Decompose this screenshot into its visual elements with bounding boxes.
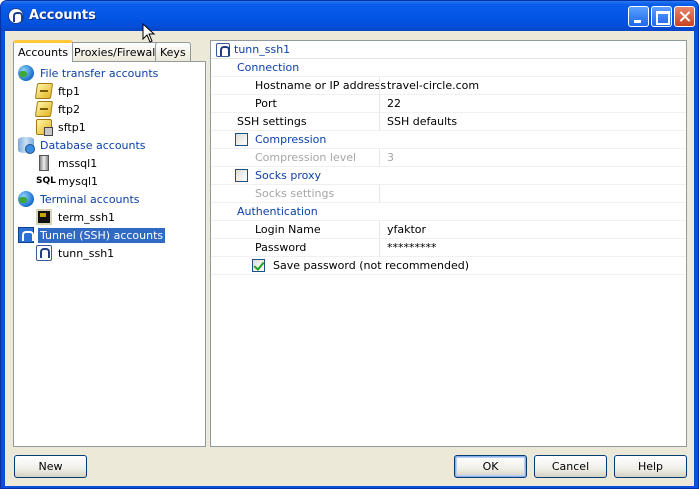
terminal-icon xyxy=(36,209,52,225)
title-bar[interactable]: Accounts xyxy=(1,1,698,31)
new-button[interactable]: New xyxy=(14,455,87,478)
accounts-tree[interactable]: File transfer accounts ftp1 ftp2 sftp1 D… xyxy=(13,61,206,447)
help-button[interactable]: Help xyxy=(614,455,687,478)
ssh-settings-label: SSH settings xyxy=(237,115,307,128)
database-icon xyxy=(18,137,35,154)
property-compression-level: Compression level 3 xyxy=(211,149,686,167)
property-port[interactable]: Port 22 xyxy=(211,95,686,113)
properties-header: tunn_ssh1 xyxy=(211,41,686,59)
socks-proxy-label: Socks proxy xyxy=(255,169,322,182)
sql-icon: SQL xyxy=(36,176,56,186)
globe-icon xyxy=(18,65,34,81)
tree-item-label: term_ssh1 xyxy=(58,210,116,224)
socks-proxy-checkbox[interactable] xyxy=(235,169,248,182)
close-button[interactable] xyxy=(674,6,695,27)
socks-settings-field xyxy=(379,185,686,202)
tree-item-label: tunn_ssh1 xyxy=(58,246,115,260)
tunnel-icon xyxy=(36,245,52,261)
tab-accounts[interactable]: Accounts xyxy=(13,40,74,62)
globe-icon xyxy=(18,191,34,207)
server-icon xyxy=(39,155,49,171)
minimize-button[interactable] xyxy=(628,6,649,27)
tab-keys[interactable]: Keys xyxy=(155,42,191,61)
accounts-window: Accounts Accounts Proxies/Firewalls Keys… xyxy=(0,0,699,489)
save-password-label: Save password (not recommended) xyxy=(273,259,470,272)
ok-button[interactable]: OK xyxy=(454,455,527,478)
login-name-label: Login Name xyxy=(255,223,321,236)
hostname-label: Hostname or IP address xyxy=(255,79,387,92)
tree-group-file-transfer[interactable]: File transfer accounts xyxy=(18,64,160,82)
password-field[interactable]: ********* xyxy=(379,239,686,256)
tree-item-term-ssh1[interactable]: term_ssh1 xyxy=(36,208,117,226)
property-password[interactable]: Password ********* xyxy=(211,239,686,257)
tree-group-database[interactable]: Database accounts xyxy=(18,136,148,154)
tree-group-tunnel-ssh[interactable]: Tunnel (SSH) accounts xyxy=(18,226,166,244)
property-hostname[interactable]: Hostname or IP address travel-circle.com xyxy=(211,77,686,95)
login-name-field[interactable]: yfaktor xyxy=(379,221,686,238)
properties-header-label: tunn_ssh1 xyxy=(234,43,291,56)
properties-panel: tunn_ssh1 Connection Hostname or IP addr… xyxy=(210,40,687,447)
tree-group-label: Tunnel (SSH) accounts xyxy=(38,227,166,243)
password-label: Password xyxy=(255,241,307,254)
property-socks-settings: Socks settings xyxy=(211,185,686,203)
tree-item-mysql1[interactable]: SQL mysql1 xyxy=(36,172,100,190)
tree-group-label: Terminal accounts xyxy=(40,192,140,206)
tree-item-label: mysql1 xyxy=(58,174,98,188)
dialog-client-area: Accounts Proxies/Firewalls Keys File tra… xyxy=(5,31,694,486)
tree-item-sftp1[interactable]: sftp1 xyxy=(36,118,88,136)
port-label: Port xyxy=(255,97,277,110)
section-label: Authentication xyxy=(237,205,318,218)
tree-item-label: ftp1 xyxy=(58,84,80,98)
tree-item-tunn-ssh1[interactable]: tunn_ssh1 xyxy=(36,244,116,262)
port-field[interactable]: 22 xyxy=(379,95,686,112)
tree-item-label: mssql1 xyxy=(58,156,98,170)
compression-level-field: 3 xyxy=(379,149,686,166)
tree-item-ftp1[interactable]: ftp1 xyxy=(34,82,82,100)
tree-item-label: ftp2 xyxy=(58,102,80,116)
compression-checkbox[interactable] xyxy=(235,133,248,146)
section-authentication: Authentication xyxy=(211,203,686,221)
ftp-icon xyxy=(34,83,54,99)
cancel-button[interactable]: Cancel xyxy=(534,455,607,478)
tree-item-label: sftp1 xyxy=(58,120,86,134)
window-title: Accounts xyxy=(29,8,96,23)
property-socks-proxy[interactable]: Socks proxy xyxy=(211,167,686,185)
save-password-checkbox[interactable] xyxy=(252,259,265,272)
tree-item-mssql1[interactable]: mssql1 xyxy=(36,154,99,172)
tree-group-label: Database accounts xyxy=(40,138,146,152)
socks-settings-label: Socks settings xyxy=(255,187,335,200)
tunnel-folder-icon xyxy=(18,227,34,243)
tree-group-label: File transfer accounts xyxy=(40,66,159,80)
section-label: Connection xyxy=(237,61,300,74)
tree-item-ftp2[interactable]: ftp2 xyxy=(34,100,82,118)
property-save-password[interactable]: Save password (not recommended) xyxy=(211,257,686,275)
app-icon xyxy=(8,8,24,24)
property-compression[interactable]: Compression xyxy=(211,131,686,149)
compression-level-label: Compression level xyxy=(255,151,357,164)
ssh-settings-field[interactable]: SSH defaults xyxy=(379,113,686,130)
tunnel-icon xyxy=(216,42,230,57)
maximize-button[interactable] xyxy=(651,6,672,27)
section-connection: Connection xyxy=(211,59,686,77)
hostname-field[interactable]: travel-circle.com xyxy=(379,77,686,94)
property-login-name[interactable]: Login Name yfaktor xyxy=(211,221,686,239)
sftp-icon xyxy=(36,119,53,136)
mouse-cursor-icon xyxy=(142,23,156,43)
compression-label: Compression xyxy=(255,133,327,146)
property-ssh-settings[interactable]: SSH settings SSH defaults xyxy=(211,113,686,131)
tree-group-terminal[interactable]: Terminal accounts xyxy=(18,190,142,208)
ftp-icon xyxy=(34,101,54,117)
